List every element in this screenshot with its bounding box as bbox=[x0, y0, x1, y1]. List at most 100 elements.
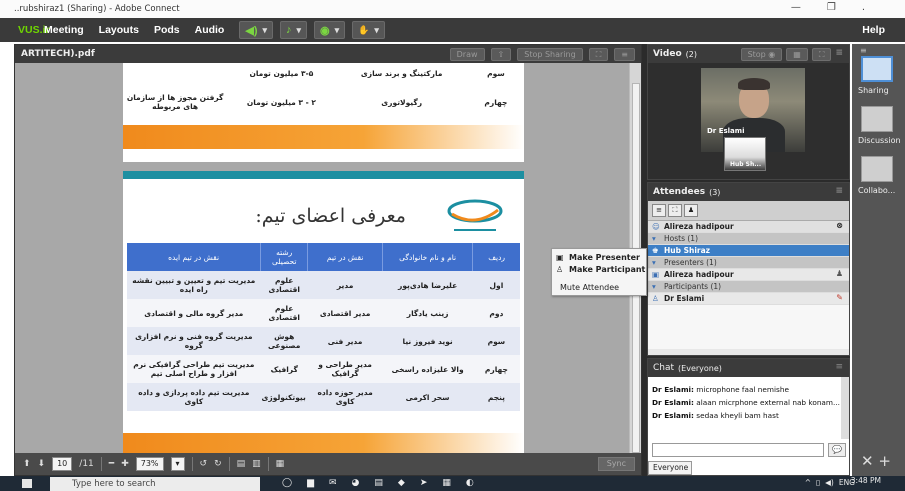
chat-input[interactable] bbox=[652, 443, 824, 457]
zoom-select[interactable]: 73% bbox=[135, 457, 164, 471]
pod-menu-icon[interactable]: ≡ bbox=[835, 48, 843, 61]
zoom-out-icon[interactable]: ━ bbox=[109, 459, 114, 469]
send-message-icon[interactable]: 💬 bbox=[828, 443, 846, 457]
group-participants[interactable]: ▾ Participants (1) bbox=[648, 281, 849, 293]
draw-button[interactable]: Draw bbox=[449, 48, 485, 61]
chat-sender: Dr Eslami: bbox=[652, 411, 694, 420]
chat-text: microphone faal nemishe bbox=[693, 385, 789, 394]
menu-audio[interactable]: Audio bbox=[195, 24, 225, 36]
stop-sharing-button[interactable]: Stop Sharing bbox=[517, 48, 583, 61]
pod-menu-icon[interactable]: ≡ bbox=[835, 186, 843, 196]
layout-discussion-thumbnail[interactable] bbox=[861, 106, 893, 132]
group-presenters[interactable]: ▾ Presenters (1) bbox=[648, 257, 849, 269]
page-up-icon[interactable]: ⬆ bbox=[23, 459, 31, 469]
microphone-toggle[interactable]: ♪ ▾ bbox=[280, 21, 308, 39]
stop-video-button[interactable]: Stop ◉ bbox=[740, 48, 783, 61]
webcam-toggle[interactable]: ◉ ▾ bbox=[314, 21, 346, 39]
restore-button[interactable]: ❐ bbox=[827, 2, 836, 13]
raise-hand-toggle[interactable]: ✋ ▾ bbox=[352, 21, 385, 39]
attendee-list-view-icon[interactable]: ≡ bbox=[652, 204, 666, 217]
taskbar-clock[interactable]: 3:48 PM bbox=[851, 476, 881, 485]
fullscreen-icon[interactable]: ⛶ bbox=[588, 48, 609, 61]
attendee-host[interactable]: ♚ Hub Shiraz bbox=[648, 245, 849, 257]
breakout-view-icon[interactable]: ⛶ bbox=[668, 204, 682, 217]
page-down-icon[interactable]: ⬇ bbox=[38, 459, 46, 469]
participant-name: Dr Eslami bbox=[664, 294, 705, 303]
taskbar-search[interactable]: Type here to search bbox=[50, 477, 260, 491]
video-thumb-name: Hub Sh... bbox=[730, 161, 762, 168]
chevron-down-icon: ▾ bbox=[334, 24, 340, 35]
pod-options-icon[interactable]: ▦ bbox=[276, 459, 285, 469]
word-icon[interactable]: ▤ bbox=[374, 478, 383, 488]
collapse-panel-icon[interactable]: ✕ + bbox=[861, 452, 891, 470]
telegram-icon[interactable]: ➤ bbox=[420, 478, 428, 488]
menu-pods[interactable]: Pods bbox=[154, 24, 180, 36]
media-icon[interactable]: ◆ bbox=[398, 478, 405, 488]
presenter-icon: ▣ bbox=[652, 270, 660, 279]
excel-icon[interactable]: ▦ bbox=[442, 478, 451, 488]
raise-hand-icon: ✋ bbox=[358, 24, 370, 35]
file-explorer-icon[interactable]: ▆ bbox=[307, 478, 314, 488]
participant-icon: ♙ bbox=[652, 294, 659, 303]
mute-attendee-item[interactable]: Mute Attendee bbox=[552, 281, 646, 293]
rotate-right-icon[interactable]: ↻ bbox=[214, 459, 222, 469]
windows-start-icon[interactable] bbox=[22, 479, 32, 488]
panel-menu-icon[interactable]: ≡ bbox=[860, 46, 867, 55]
pod-menu-icon[interactable]: ≡ bbox=[835, 362, 843, 372]
volume-icon[interactable]: ◀) bbox=[825, 478, 834, 487]
chrome-icon[interactable]: ◕ bbox=[352, 478, 360, 488]
chevron-down-icon: ▾ bbox=[262, 24, 268, 35]
table-row: مدیر گروه مالی و اقتصادی علوم اقتصادی مد… bbox=[127, 299, 520, 327]
chevron-down-icon: ▾ bbox=[652, 282, 656, 291]
status-view-icon[interactable]: ♟ bbox=[684, 204, 698, 217]
chevron-down-icon: ▾ bbox=[652, 258, 656, 267]
minimize-button[interactable]: — bbox=[791, 2, 801, 13]
make-participant-item[interactable]: ♙ Make Participant bbox=[552, 263, 646, 275]
zoom-in-icon[interactable]: ✚ bbox=[121, 459, 129, 469]
attendee-list-empty bbox=[648, 305, 849, 349]
speaking-icon: ♟ bbox=[835, 269, 843, 278]
attendees-toolbar: ≡ ⛶ ♟ bbox=[648, 201, 849, 221]
layout-collaboration-label[interactable]: Collabo... bbox=[858, 186, 895, 195]
page-number-input[interactable]: 10 bbox=[52, 457, 73, 471]
tray-chevron-icon[interactable]: ^ bbox=[805, 478, 811, 487]
layout-discussion-label[interactable]: Discussion bbox=[858, 136, 901, 145]
chat-tab-everyone[interactable]: Everyone bbox=[648, 461, 692, 475]
pod-menu-icon[interactable]: ≡ bbox=[614, 48, 635, 61]
share-pod: ARTITECH).pdf Draw ⇧ Stop Sharing ⛶ ≡ ۳-… bbox=[14, 44, 642, 476]
chat-message: Dr Eslami: sedaa kheyli bam hast bbox=[652, 409, 844, 422]
sync-button[interactable]: Sync bbox=[597, 457, 635, 471]
table-cell: پنجم bbox=[487, 392, 505, 402]
make-presenter-item[interactable]: ▣ Make Presenter bbox=[552, 251, 646, 263]
layout-collaboration-thumbnail[interactable] bbox=[861, 156, 893, 182]
menu-help[interactable]: Help bbox=[862, 24, 885, 36]
clear-status-icon[interactable]: ⊗ bbox=[836, 221, 843, 230]
rotate-left-icon[interactable]: ↺ bbox=[200, 459, 208, 469]
speaker-toggle[interactable]: ◀) ▾ bbox=[239, 21, 274, 39]
connect-icon[interactable]: ◐ bbox=[466, 478, 474, 488]
fit-page-icon[interactable]: ▥ bbox=[252, 459, 261, 469]
chevron-down-icon[interactable]: ▾ bbox=[170, 457, 185, 471]
mail-icon[interactable]: ✉ bbox=[329, 478, 337, 488]
menu-meeting[interactable]: Meeting bbox=[44, 24, 84, 36]
document-view[interactable]: ۳-۵ میلیون تومان مارکتینگ و برند سازی سو… bbox=[15, 63, 641, 453]
attendee-presenter[interactable]: ▣ Alireza hadipour ♟ bbox=[648, 269, 849, 281]
pointer-button[interactable]: ⇧ bbox=[490, 48, 512, 61]
menu-layouts[interactable]: Layouts bbox=[99, 24, 139, 36]
close-button[interactable]: . bbox=[862, 2, 865, 13]
task-view-icon[interactable]: ◯ bbox=[282, 478, 292, 488]
fullscreen-icon[interactable]: ⛶ bbox=[811, 48, 832, 61]
network-icon[interactable]: ▯ bbox=[816, 478, 820, 487]
chat-pod: Chat (Everyone) ≡ Dr Eslami: microphone … bbox=[647, 358, 850, 476]
funding-table: ۳-۵ میلیون تومان مارکتینگ و برند سازی سو… bbox=[123, 63, 524, 119]
layout-sharing-label[interactable]: Sharing bbox=[858, 86, 889, 95]
table-row: ۳-۵ میلیون تومان مارکتینگ و برند سازی سو… bbox=[123, 63, 524, 85]
attendee-self[interactable]: ☺ Alireza hadipour ⊗ bbox=[648, 221, 849, 233]
fit-width-icon[interactable]: ▤ bbox=[237, 459, 246, 469]
chat-scrollbar[interactable] bbox=[841, 377, 849, 439]
layout-sharing-thumbnail[interactable] bbox=[861, 56, 893, 82]
grid-view-icon[interactable]: ▦ bbox=[786, 48, 808, 61]
video-feed-thumbnail[interactable]: Hub Sh... bbox=[724, 137, 766, 171]
group-hosts[interactable]: ▾ Hosts (1) bbox=[648, 233, 849, 245]
attendee-participant[interactable]: ♙ Dr Eslami ✎ bbox=[648, 293, 849, 305]
